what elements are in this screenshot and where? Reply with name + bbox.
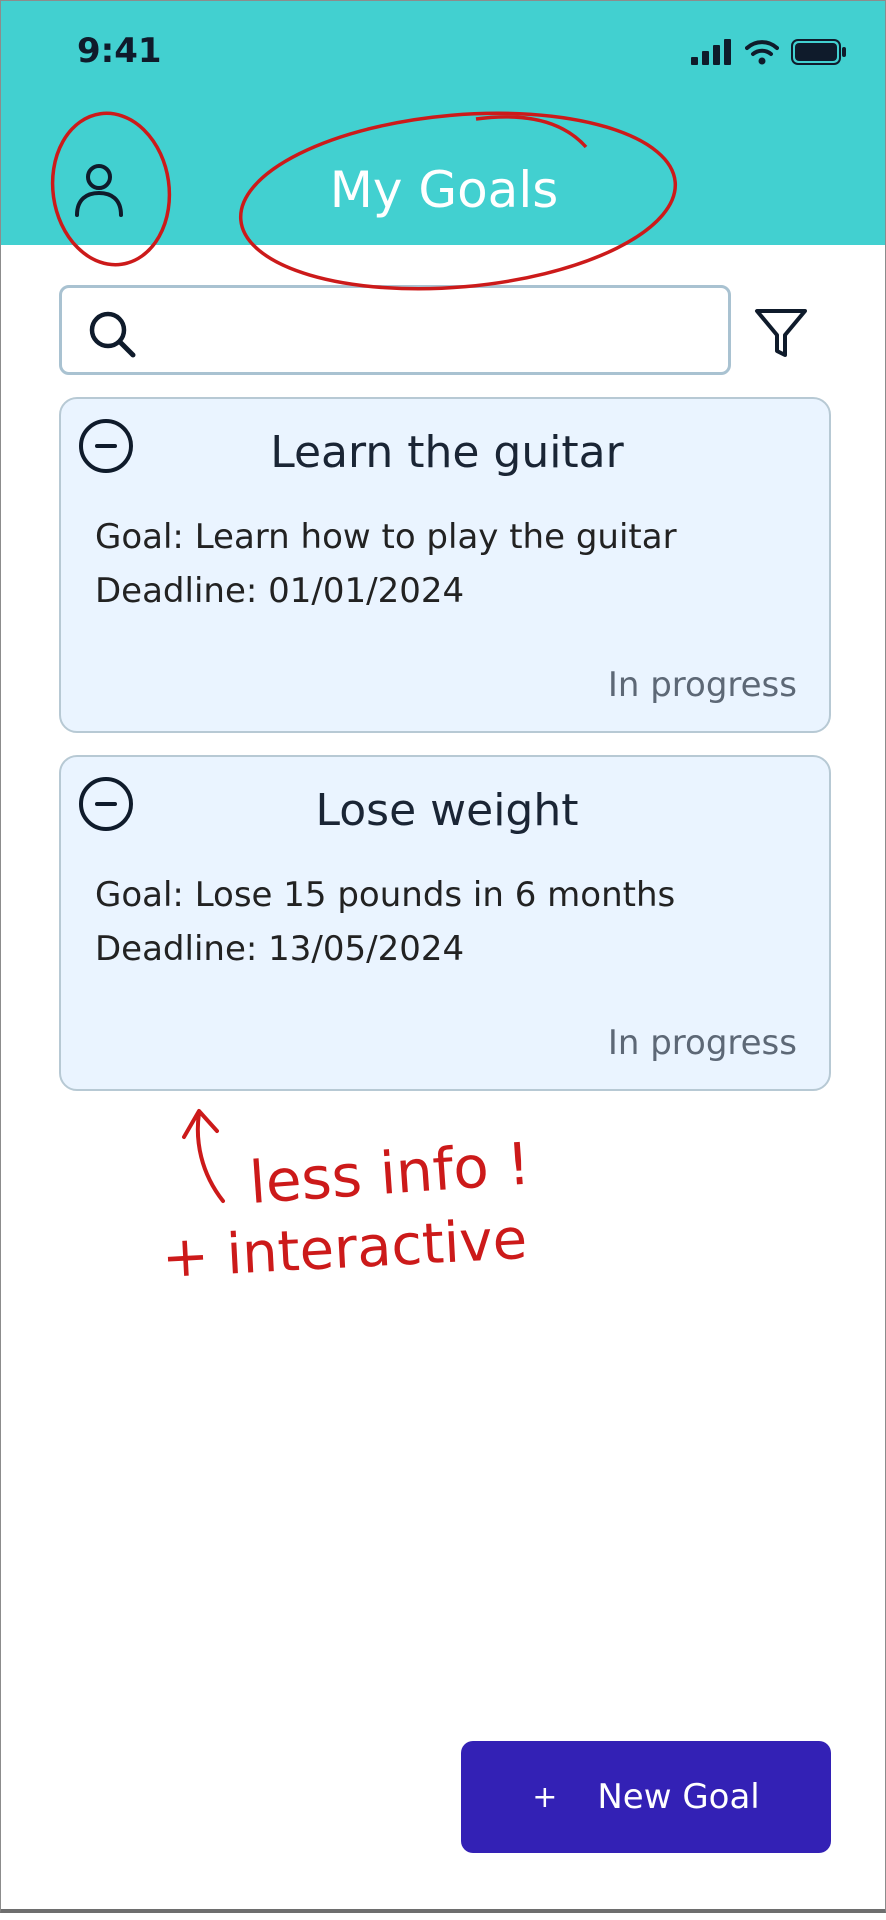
app-header: 9:41 My Goals — [1, 1, 885, 245]
annotation-text-2: + interactive — [160, 1207, 528, 1291]
page-title: My Goals — [329, 161, 559, 219]
goal-title: Lose weight — [315, 785, 579, 836]
goal-card[interactable]: Lose weight Goal: Lose 15 pounds in 6 mo… — [59, 755, 831, 1091]
goal-deadline: Deadline: 13/05/2024 — [95, 929, 465, 969]
new-goal-label: New Goal — [597, 1777, 760, 1817]
new-goal-button[interactable]: + New Goal — [461, 1741, 831, 1853]
battery-icon — [791, 39, 846, 65]
goal-description: Goal: Learn how to play the guitar — [95, 517, 677, 557]
signal-icon — [691, 39, 731, 65]
status-time: 9:41 — [77, 31, 162, 71]
search-input[interactable] — [152, 302, 716, 360]
status-icons — [691, 39, 847, 65]
annotation-arrow — [182, 1109, 225, 1203]
filter-icon[interactable] — [753, 305, 809, 361]
search-box[interactable] — [59, 285, 731, 375]
goal-deadline: Deadline: 01/01/2024 — [95, 571, 465, 611]
plus-icon: + — [532, 1779, 558, 1815]
goal-title: Learn the guitar — [270, 427, 624, 478]
wifi-icon — [745, 40, 779, 65]
phone-frame: 9:41 My Goals Learn the guitar Goal: Lea… — [0, 0, 886, 1913]
goal-status: In progress — [607, 665, 797, 705]
annotation-text-1: less info ! — [247, 1130, 532, 1217]
goal-status: In progress — [607, 1023, 797, 1063]
goal-description: Goal: Lose 15 pounds in 6 months — [95, 875, 676, 915]
search-icon — [89, 311, 136, 358]
goal-card[interactable]: Learn the guitar Goal: Learn how to play… — [59, 397, 831, 733]
